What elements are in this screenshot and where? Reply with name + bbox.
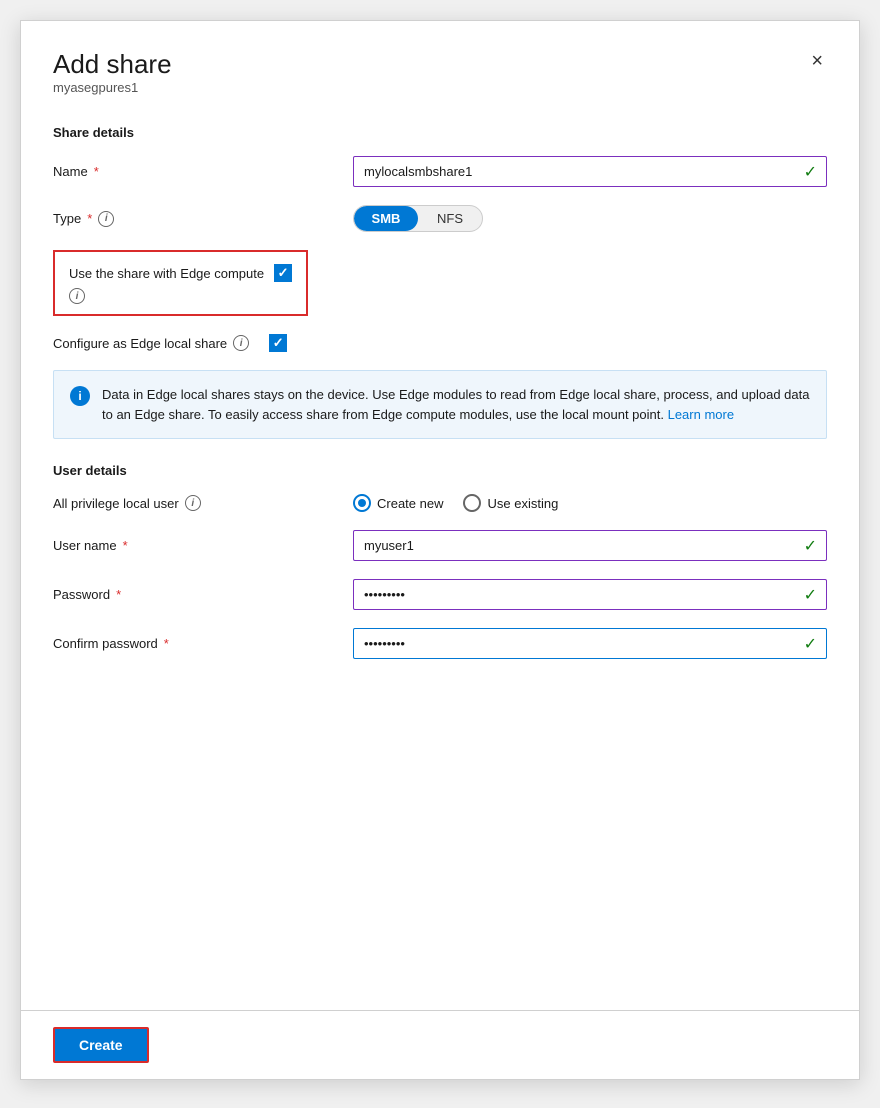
edge-compute-info-icon: i xyxy=(69,288,85,304)
edge-local-row: Configure as Edge local share i xyxy=(53,334,827,352)
edge-local-info-icon: i xyxy=(233,335,249,351)
edge-compute-row: Use the share with Edge compute xyxy=(69,264,292,282)
smb-option[interactable]: SMB xyxy=(354,206,418,231)
name-check-icon: ✓ xyxy=(804,162,817,182)
create-new-radio-circle xyxy=(353,494,371,512)
learn-more-link[interactable]: Learn more xyxy=(668,407,734,422)
type-info-icon: i xyxy=(98,211,114,227)
dialog-title: Add share xyxy=(53,49,172,80)
dialog-footer: Create xyxy=(21,1010,859,1079)
type-toggle-group[interactable]: SMB NFS xyxy=(353,205,483,232)
password-required-star: * xyxy=(116,587,121,602)
password-label: Password * xyxy=(53,587,353,602)
add-share-dialog: Add share myasegpures1 × Share details N… xyxy=(20,20,860,1080)
confirm-password-input[interactable] xyxy=(353,628,827,659)
edge-local-checkbox[interactable] xyxy=(269,334,287,352)
password-check-icon: ✓ xyxy=(804,585,817,605)
confirm-password-check-icon: ✓ xyxy=(804,634,817,654)
password-row: Password * ✓ xyxy=(53,579,827,610)
username-input-wrapper: ✓ xyxy=(353,530,827,561)
radio-group: Create new Use existing xyxy=(353,494,827,512)
type-toggle-wrapper: SMB NFS xyxy=(353,205,827,232)
name-input[interactable] xyxy=(353,156,827,187)
create-new-radio[interactable]: Create new xyxy=(353,494,443,512)
username-row: User name * ✓ xyxy=(53,530,827,561)
share-details-section-title: Share details xyxy=(53,125,827,140)
name-label: Name * xyxy=(53,164,353,179)
info-box: i Data in Edge local shares stays on the… xyxy=(53,370,827,439)
name-input-wrapper: ✓ xyxy=(353,156,827,187)
confirm-password-label: Confirm password * xyxy=(53,636,353,651)
nfs-option[interactable]: NFS xyxy=(418,206,482,231)
name-required-star: * xyxy=(94,164,99,179)
password-input[interactable] xyxy=(353,579,827,610)
edge-compute-checkbox[interactable] xyxy=(274,264,292,282)
confirm-password-required-star: * xyxy=(164,636,169,651)
type-label: Type * i xyxy=(53,211,353,227)
name-row: Name * ✓ xyxy=(53,156,827,187)
confirm-password-input-wrapper: ✓ xyxy=(353,628,827,659)
info-box-text: Data in Edge local shares stays on the d… xyxy=(102,385,810,424)
password-input-wrapper: ✓ xyxy=(353,579,827,610)
all-privilege-row: All privilege local user i Create new Us… xyxy=(53,494,827,512)
info-box-icon: i xyxy=(70,386,90,406)
type-row: Type * i SMB NFS xyxy=(53,205,827,232)
username-check-icon: ✓ xyxy=(804,536,817,556)
edge-compute-label: Use the share with Edge compute xyxy=(69,266,264,281)
create-button[interactable]: Create xyxy=(53,1027,149,1063)
all-privilege-info-icon: i xyxy=(185,495,201,511)
radio-group-wrapper: Create new Use existing xyxy=(353,494,827,512)
type-required-star: * xyxy=(87,211,92,226)
username-input[interactable] xyxy=(353,530,827,561)
username-required-star: * xyxy=(123,538,128,553)
edge-local-label: Configure as Edge local share i xyxy=(53,335,249,351)
use-existing-radio[interactable]: Use existing xyxy=(463,494,558,512)
username-label: User name * xyxy=(53,538,353,553)
edge-compute-section: Use the share with Edge compute i xyxy=(53,250,308,316)
all-privilege-label: All privilege local user i xyxy=(53,495,353,511)
dialog-subtitle: myasegpures1 xyxy=(53,80,172,95)
dialog-header: Add share myasegpures1 × xyxy=(53,49,827,119)
use-existing-radio-circle xyxy=(463,494,481,512)
close-button[interactable]: × xyxy=(807,47,827,75)
user-details-section-title: User details xyxy=(53,463,827,478)
confirm-password-row: Confirm password * ✓ xyxy=(53,628,827,659)
